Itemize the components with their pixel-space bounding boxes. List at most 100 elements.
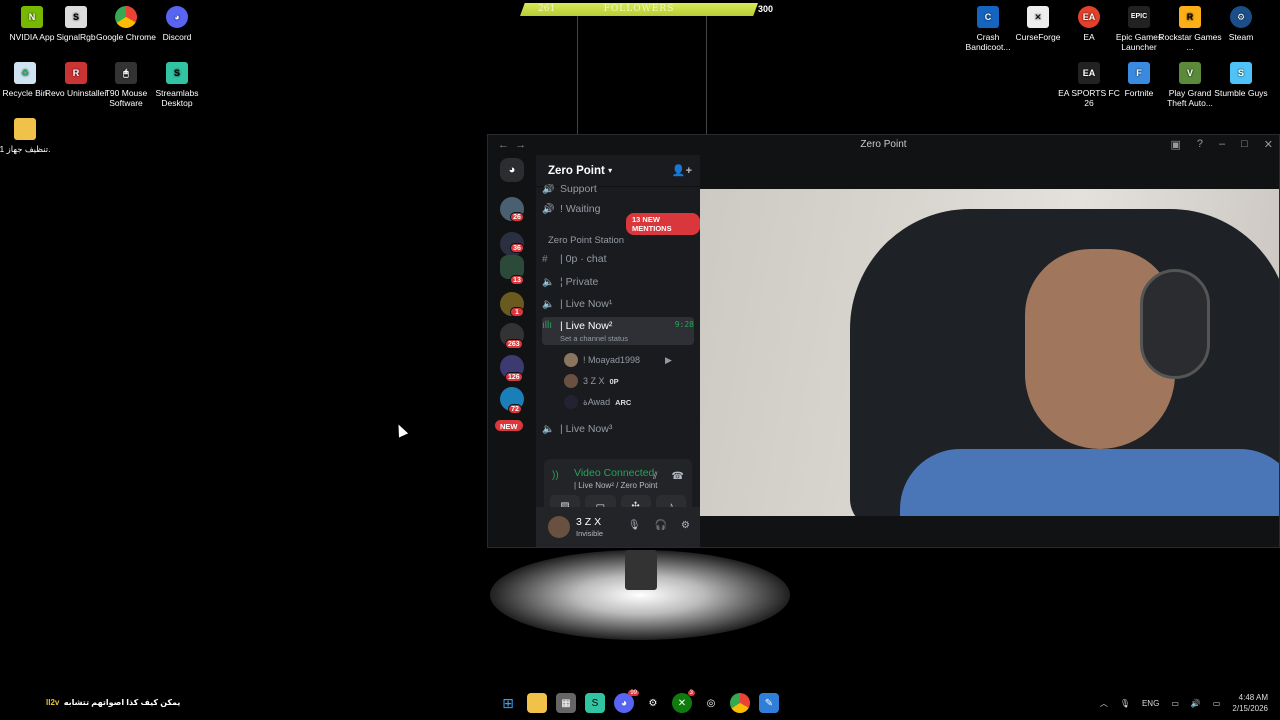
ticker-message: يمكن كيف كذا اصواتهم تتشابه xyxy=(63,698,181,707)
disconnect-icon[interactable]: ☎ xyxy=(672,471,684,482)
channel-label: | Live Now³ xyxy=(560,423,613,435)
desktop-icon-discord[interactable]: ◕ Discord xyxy=(145,6,209,42)
signalrgb-icon: S xyxy=(65,6,87,28)
voice-user-name: ! Moayad1998 xyxy=(583,355,641,365)
file-explorer-icon[interactable] xyxy=(527,693,547,713)
window-controls: ▣ ? – □ ✕ xyxy=(1170,138,1273,151)
speaker-icon: 🔊 xyxy=(542,184,555,194)
avatar[interactable] xyxy=(548,516,570,538)
figure-overlay xyxy=(625,550,657,590)
start-button[interactable]: ⊞ xyxy=(498,693,518,713)
microphone-icon[interactable]: 🎙 xyxy=(628,520,641,531)
network-icon[interactable]: ▭ xyxy=(1171,699,1179,708)
voice-activity-icon: ıllı xyxy=(542,320,552,331)
discord-window[interactable]: ← → Zero Point ▣ ? – □ ✕ ◕ 26 36 13 1 26… xyxy=(487,134,1280,548)
streamlabs-icon: S xyxy=(166,62,188,84)
close-icon[interactable]: ✕ xyxy=(1264,138,1273,151)
server-header[interactable]: Zero Point ▾ 👤+ xyxy=(536,155,700,187)
xbox-taskbar-icon[interactable]: ✕ 3 xyxy=(672,690,695,713)
voice-user[interactable]: ةAwad ARC xyxy=(564,394,631,410)
chevron-up-icon[interactable]: ︿ xyxy=(1100,698,1108,709)
channel-label: | Live Now² xyxy=(560,320,613,332)
channel-private[interactable]: 🔈 ¦ Private xyxy=(542,273,694,291)
help-icon[interactable]: ? xyxy=(1197,138,1203,151)
server-badge: 72 xyxy=(508,404,522,414)
user-name: 3 Z X xyxy=(576,516,602,528)
revo-icon: R xyxy=(65,62,87,84)
desktop-icon-label: Steam xyxy=(1228,32,1254,42)
followers-label: FOLLOWERS xyxy=(603,4,675,14)
voice-user[interactable]: 3 Z X 0P xyxy=(564,373,619,389)
gear-icon[interactable]: ⚙ xyxy=(681,520,690,531)
store-icon[interactable]: ▦ xyxy=(556,693,576,713)
desktop-icon-streamlabs[interactable]: S Streamlabs Desktop xyxy=(145,62,209,108)
chat-ticker: ll2v يمكن كيف كذا اصواتهم تتشابه xyxy=(46,698,180,707)
avatar xyxy=(564,395,578,409)
steam-taskbar-icon[interactable]: ⚙ xyxy=(643,693,663,713)
chrome-taskbar-icon[interactable] xyxy=(730,693,750,713)
discord-taskbar-icon[interactable]: ◕ 99 xyxy=(614,690,639,713)
channel-status[interactable]: Set a channel status xyxy=(560,334,628,343)
taskbar-apps: ⊞ ▦ S ◕ 99 ⚙ ✕ 3 ◎ ✎ xyxy=(498,690,779,713)
hash-icon: # xyxy=(542,253,548,265)
server-badge: 126 xyxy=(505,372,523,382)
channel-live-1[interactable]: 🔈 | Live Now¹ xyxy=(542,295,694,313)
voice-location[interactable]: | Live Now² / Zero Point xyxy=(574,481,657,490)
minimize-icon[interactable]: – xyxy=(1219,138,1225,151)
battery-icon[interactable]: ▭ xyxy=(1213,699,1221,708)
desktop-icon-label: تنظيف جهاز 1. xyxy=(0,144,51,154)
invite-icon[interactable]: 👤+ xyxy=(672,164,692,177)
microphone-tray-icon[interactable]: 🎙 xyxy=(1120,699,1130,708)
title-bar: ← → Zero Point ▣ ? – □ ✕ xyxy=(488,135,1279,154)
clock[interactable]: 4:48 AM 2/15/2026 xyxy=(1232,692,1268,714)
streamlabs-taskbar-icon[interactable]: S xyxy=(585,693,605,713)
voice-user-name: 3 Z X xyxy=(583,376,605,386)
recycle-bin-icon: ♻ xyxy=(14,62,36,84)
desktop-icon-folder[interactable]: تنظيف جهاز 1. xyxy=(0,118,57,154)
category-zero-point-station[interactable]: Zero Point Station xyxy=(542,231,694,249)
channel-label: | 0p · chat xyxy=(560,253,607,265)
server-badge: 26 xyxy=(510,212,524,222)
server-badge: 36 xyxy=(510,243,524,253)
server-new-badge: NEW xyxy=(494,419,524,432)
noise-suppression-icon[interactable]: ⫽ xyxy=(653,471,657,482)
channel-chat[interactable]: # | 0p · chat xyxy=(542,250,694,268)
taskbar: ll2v يمكن كيف كذا اصواتهم تتشابه ⊞ ▦ S ◕… xyxy=(0,688,1280,720)
voice-status: Video Connected xyxy=(574,467,655,479)
volume-icon[interactable]: 🔊 xyxy=(1191,699,1201,708)
chrome-icon xyxy=(115,6,137,28)
language-indicator[interactable]: ENG xyxy=(1142,699,1159,708)
inbox-icon[interactable]: ▣ xyxy=(1170,138,1180,151)
speaker-icon: 🔈 xyxy=(542,298,555,310)
voice-actions: ⫽ ☎ xyxy=(653,471,684,482)
user-panel: 3 Z X Invisible 🎙 🎧 ⚙ xyxy=(536,507,700,547)
channel-support[interactable]: 🔊 Support xyxy=(542,184,694,194)
system-tray: ︿ 🎙 ENG ▭ 🔊 ▭ 4:48 AM 2/15/2026 xyxy=(1100,692,1268,714)
desktop-icon-steam[interactable]: ⚙ Steam xyxy=(1209,6,1273,42)
speaker-lock-icon: 🔈 xyxy=(542,276,555,288)
voice-user[interactable]: ! Moayad1998 ▶ xyxy=(564,352,672,368)
headphones-icon[interactable]: 🎧 xyxy=(655,520,667,531)
server-badge: 263 xyxy=(505,339,523,349)
maximize-icon[interactable]: □ xyxy=(1241,138,1248,151)
crash-icon: C xyxy=(977,6,999,28)
headset xyxy=(1140,269,1210,379)
video-stream[interactable] xyxy=(700,189,1279,516)
paint-icon[interactable]: ✎ xyxy=(759,693,779,713)
voice-timer: 9:28 xyxy=(674,320,694,329)
clock-time: 4:48 AM xyxy=(1238,693,1268,702)
channel-live-2[interactable]: ıllı | Live Now² Set a channel status 9:… xyxy=(542,317,694,345)
category-label: Zero Point Station xyxy=(548,234,625,246)
channel-live-3[interactable]: 🔈 | Live Now³ xyxy=(542,420,694,438)
window-title: Zero Point xyxy=(860,139,907,150)
search-icon[interactable]: ◎ xyxy=(701,693,721,713)
voice-user-name: ةAwad xyxy=(583,396,611,407)
discord-home-icon[interactable]: ◕ xyxy=(500,158,524,182)
server-badge: 1 xyxy=(510,307,524,317)
signal-icon[interactable]: )) xyxy=(552,470,559,481)
desktop-icon-stumble[interactable]: S Stumble Guys xyxy=(1209,62,1273,98)
followers-goal: 300 xyxy=(758,4,774,14)
shirt xyxy=(900,449,1279,516)
channel-sidebar: Zero Point ▾ 👤+ 🔊 Support 🔊! Waiting 13 N… xyxy=(536,155,700,547)
channel-label: ! Waiting xyxy=(560,203,601,215)
